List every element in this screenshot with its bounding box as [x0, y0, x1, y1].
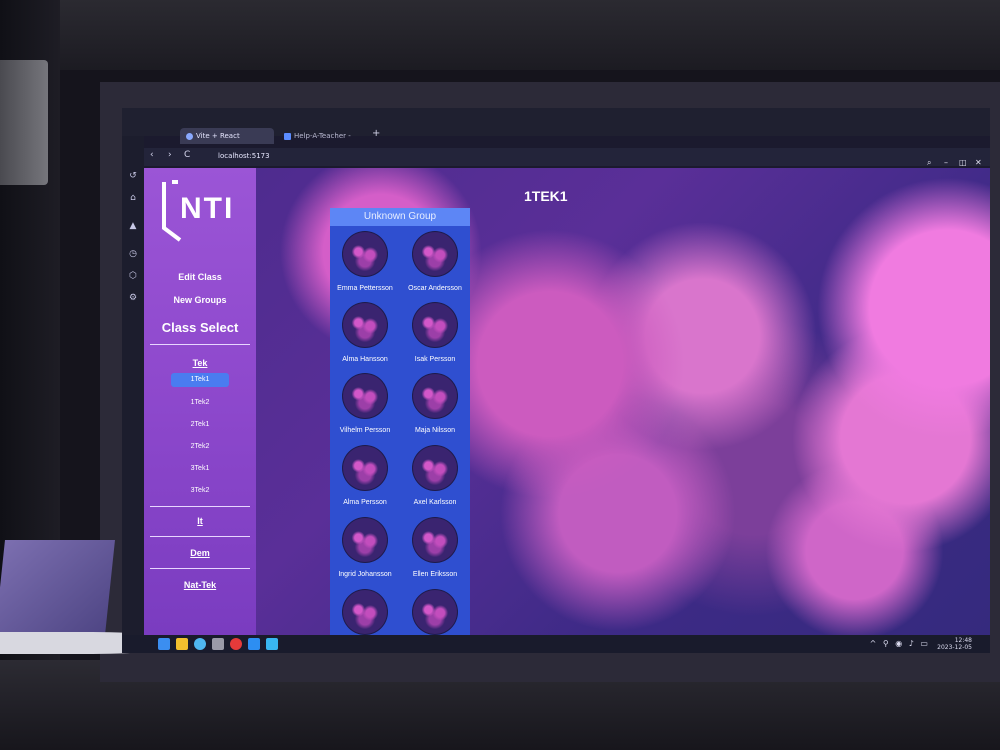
student-card[interactable]: Alma Hansson: [330, 303, 400, 363]
group-it[interactable]: It: [144, 516, 256, 526]
student-card[interactable]: Oscar Andersson: [400, 232, 470, 292]
wall-speaker: [0, 60, 48, 185]
laptop-lid: [0, 540, 115, 635]
avatar: [413, 590, 457, 634]
browser-icon[interactable]: [194, 638, 206, 650]
address-bar: [144, 148, 990, 166]
student-card[interactable]: Ingrid Johansson: [330, 518, 400, 578]
student-card[interactable]: Maja Nilsson: [400, 374, 470, 434]
class-title: 1TEK1: [524, 188, 568, 204]
divider: [150, 568, 250, 569]
student-name: Axel Karlsson: [413, 499, 457, 506]
url-field[interactable]: localhost:5173: [218, 152, 270, 160]
forward-icon[interactable]: ›: [168, 150, 172, 160]
tab-vite-react[interactable]: Vite + React: [180, 128, 274, 144]
settings-icon[interactable]: ⚙: [127, 292, 139, 304]
date-text: 2023-12-05: [937, 644, 972, 651]
bag-icon[interactable]: ⌂: [127, 192, 139, 204]
student-name: Ellen Eriksson: [412, 571, 458, 578]
vscode-icon[interactable]: [248, 638, 260, 650]
avatar: [343, 518, 387, 562]
class-1tek2[interactable]: 1Tek2: [144, 399, 256, 406]
divider: [150, 536, 250, 537]
triangle-icon[interactable]: ▲: [127, 220, 139, 232]
clock-icon[interactable]: ◷: [127, 248, 139, 260]
student-name: Maja Nilsson: [414, 427, 456, 434]
history-icon[interactable]: ↺: [127, 170, 139, 182]
student-name: Alma Hansson: [342, 356, 388, 363]
projected-desktop: Vite + React Help-A-Teacher - Present + …: [122, 108, 990, 653]
avatar: [413, 374, 457, 418]
new-tab-button[interactable]: +: [372, 128, 380, 139]
class-3tek1[interactable]: 3Tek1: [144, 465, 256, 472]
avatar: [413, 303, 457, 347]
avatar: [343, 232, 387, 276]
folder-icon[interactable]: [176, 638, 188, 650]
react-favicon-icon: [186, 132, 193, 140]
app-icon[interactable]: [212, 638, 224, 650]
group-panel: Unknown Group Emma Pettersson Oscar Ande…: [330, 208, 470, 635]
class-sidebar: NTI Edit Class New Groups Class Select T…: [144, 168, 256, 635]
svg-text:NTI: NTI: [180, 192, 234, 225]
back-icon[interactable]: ‹: [150, 150, 154, 160]
class-2tek2[interactable]: 2Tek2: [144, 443, 256, 450]
class-3tek2[interactable]: 3Tek2: [144, 487, 256, 494]
student-name: Emma Pettersson: [337, 285, 393, 292]
presentation-favicon-icon: [284, 132, 291, 140]
student-card[interactable]: Emma Pettersson: [330, 232, 400, 292]
avatar: [413, 518, 457, 562]
student-name: Oscar Andersson: [408, 285, 462, 292]
student-card[interactable]: Isak Persson: [400, 303, 470, 363]
group-header: Unknown Group: [330, 208, 470, 226]
reload-icon[interactable]: C: [184, 150, 190, 160]
avatar: [413, 232, 457, 276]
windows-taskbar: ^ ⚲ ◉ ♪ ▭ 12:48 2023-12-05: [122, 635, 990, 653]
student-card[interactable]: Ellen Eriksson: [400, 518, 470, 578]
browser-side-panel: ↺ ⌂ ▲ ◷ ⬡ ⚙: [122, 136, 144, 636]
avatar: [413, 446, 457, 490]
student-name: Isak Persson: [414, 356, 456, 363]
divider: [150, 506, 250, 507]
student-name: Ingrid Johansson: [338, 571, 392, 578]
student-card[interactable]: [330, 590, 400, 635]
student-name: Alma Persson: [343, 499, 387, 506]
student-card[interactable]: [400, 590, 470, 635]
room-ceiling: [0, 0, 1000, 70]
edit-class-link[interactable]: Edit Class: [144, 272, 256, 282]
group-tek[interactable]: Tek: [144, 358, 256, 368]
student-card[interactable]: Vilhelm Persson: [330, 374, 400, 434]
group-nat-tek[interactable]: Nat-Tek: [144, 580, 256, 590]
student-card[interactable]: Alma Persson: [330, 446, 400, 506]
system-tray[interactable]: ^ ⚲ ◉ ♪ ▭: [870, 639, 930, 648]
store-icon[interactable]: [266, 638, 278, 650]
avatar: [343, 446, 387, 490]
close-icon[interactable]: ✕: [975, 158, 982, 167]
search-icon[interactable]: ⌕: [927, 158, 931, 168]
start-icon[interactable]: [158, 638, 170, 650]
student-card[interactable]: Axel Karlsson: [400, 446, 470, 506]
student-name: Vilhelm Persson: [339, 427, 391, 434]
class-1tek1[interactable]: 1Tek1: [171, 373, 229, 387]
opera-icon[interactable]: [230, 638, 242, 650]
cube-icon[interactable]: ⬡: [127, 270, 139, 282]
maximize-icon[interactable]: ◫: [959, 158, 967, 167]
minimize-icon[interactable]: –: [944, 158, 948, 167]
class-select-title: Class Select: [161, 320, 239, 335]
nti-logo: NTI: [162, 180, 234, 242]
group-dem[interactable]: Dem: [144, 548, 256, 558]
avatar: [343, 590, 387, 634]
class-2tek1[interactable]: 2Tek1: [144, 421, 256, 428]
time-text: 12:48: [954, 637, 972, 644]
avatar: [343, 374, 387, 418]
divider: [150, 344, 250, 345]
clock[interactable]: 12:48 2023-12-05: [937, 637, 972, 651]
tab-help-a-teacher[interactable]: Help-A-Teacher - Present: [278, 128, 370, 156]
web-page: NTI Edit Class New Groups Class Select T…: [144, 168, 990, 635]
new-groups-link[interactable]: New Groups: [144, 295, 256, 305]
avatar: [343, 303, 387, 347]
